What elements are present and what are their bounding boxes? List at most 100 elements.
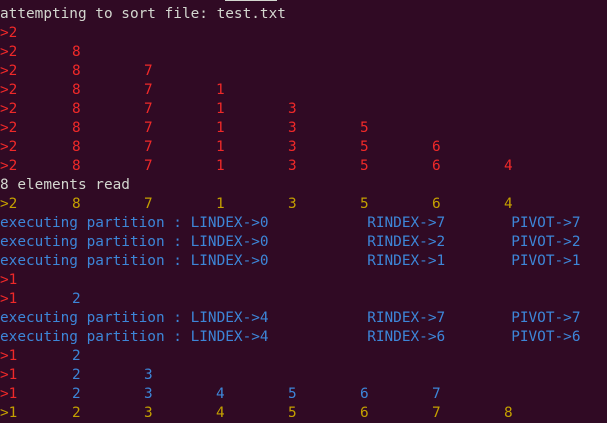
terminal-line: executing partition : LINDEX->4 RINDEX->7… xyxy=(0,309,607,328)
terminal-text: 1 xyxy=(216,196,225,212)
terminal-line: >2 xyxy=(0,24,607,43)
terminal-text: PIVOT->1 xyxy=(511,253,581,269)
terminal-text: >2 xyxy=(0,82,18,98)
terminal-text: 7 xyxy=(144,120,153,136)
partial-underline xyxy=(225,0,277,1)
terminal-text: 1 xyxy=(216,82,225,98)
terminal-text: 3 xyxy=(288,158,297,174)
terminal-line: executing partition : LINDEX->4 RINDEX->6… xyxy=(0,328,607,347)
terminal-text: 8 xyxy=(72,139,81,155)
terminal-text: >2 xyxy=(0,196,18,212)
terminal-text: 3 xyxy=(144,386,153,402)
terminal-text: executing partition : LINDEX->4 xyxy=(0,310,269,326)
terminal-text: 7 xyxy=(144,101,153,117)
terminal-text: 8 elements read xyxy=(0,177,130,193)
terminal-text: RINDEX->6 xyxy=(367,329,446,345)
terminal-text: 2 xyxy=(72,386,81,402)
terminal-text: 2 xyxy=(72,367,81,383)
terminal-text: 6 xyxy=(432,139,441,155)
terminal-text: 8 xyxy=(72,196,81,212)
terminal-line: >1 2 3 4 5 6 7 xyxy=(0,385,607,404)
terminal-line: >1 2 3 4 5 6 7 8 xyxy=(0,404,607,423)
terminal-text: 8 xyxy=(504,405,513,421)
terminal-text: 6 xyxy=(360,386,369,402)
terminal-text: >2 xyxy=(0,120,18,136)
terminal-text: 2 xyxy=(72,291,81,307)
terminal-text: executing partition : LINDEX->0 xyxy=(0,215,269,231)
terminal-text: >2 xyxy=(0,158,18,174)
terminal-text: 8 xyxy=(72,44,81,60)
terminal-line: >2 8 7 1 3 xyxy=(0,100,607,119)
terminal-text: attempting to sort file: test.txt xyxy=(0,6,286,22)
terminal-text: >1 xyxy=(0,291,18,307)
terminal-text: 6 xyxy=(360,405,369,421)
terminal-text: 6 xyxy=(432,196,441,212)
terminal-line: >2 8 7 1 3 5 6 4 xyxy=(0,195,607,214)
terminal-text: >2 xyxy=(0,63,18,79)
terminal-text: PIVOT->2 xyxy=(511,234,581,250)
terminal-text: >2 xyxy=(0,44,18,60)
terminal-line: >1 xyxy=(0,271,607,290)
terminal-text: 7 xyxy=(144,63,153,79)
terminal-text: 4 xyxy=(216,405,225,421)
terminal-line: executing partition : LINDEX->0 RINDEX->2… xyxy=(0,233,607,252)
terminal-text: >1 xyxy=(0,386,18,402)
terminal-text: RINDEX->7 xyxy=(367,310,446,326)
terminal-text: 5 xyxy=(360,158,369,174)
terminal-text: RINDEX->2 xyxy=(367,234,446,250)
terminal-line: >2 8 7 1 3 5 xyxy=(0,119,607,138)
terminal-text: 3 xyxy=(288,196,297,212)
terminal-text: 5 xyxy=(288,386,297,402)
terminal-text: 3 xyxy=(144,367,153,383)
terminal-line: >2 8 7 1 3 5 6 4 xyxy=(0,157,607,176)
terminal-text: 1 xyxy=(216,139,225,155)
terminal-text: executing partition : LINDEX->0 xyxy=(0,253,269,269)
terminal-text: 7 xyxy=(144,158,153,174)
terminal-window[interactable]: attempting to sort file: test.txt >2 >2 8 >2… xyxy=(0,0,607,423)
terminal-line: >1 2 xyxy=(0,347,607,366)
terminal-text: 8 xyxy=(72,101,81,117)
terminal-text: >2 xyxy=(0,25,18,41)
terminal-text: >2 xyxy=(0,139,18,155)
terminal-text: >1 xyxy=(0,405,18,421)
terminal-text: >1 xyxy=(0,348,18,364)
terminal-line: >2 8 xyxy=(0,43,607,62)
terminal-text: 2 xyxy=(72,348,81,364)
terminal-line: executing partition : LINDEX->0 RINDEX->7… xyxy=(0,214,607,233)
terminal-text: PIVOT->6 xyxy=(511,329,581,345)
terminal-text: 7 xyxy=(144,82,153,98)
terminal-text: 2 xyxy=(72,405,81,421)
terminal-text: 5 xyxy=(360,120,369,136)
terminal-line: executing partition : LINDEX->0 RINDEX->1… xyxy=(0,252,607,271)
terminal-line: >2 8 7 1 3 5 6 xyxy=(0,138,607,157)
terminal-text: 7 xyxy=(432,386,441,402)
terminal-text: PIVOT->7 xyxy=(511,310,581,326)
terminal-line: >2 8 7 1 xyxy=(0,81,607,100)
terminal-text: 5 xyxy=(288,405,297,421)
terminal-text: RINDEX->1 xyxy=(367,253,446,269)
terminal-text: RINDEX->7 xyxy=(367,215,446,231)
terminal-text: 8 xyxy=(72,158,81,174)
terminal-text: 5 xyxy=(360,139,369,155)
terminal-text: 8 xyxy=(72,120,81,136)
terminal-text: 8 xyxy=(72,63,81,79)
terminal-text: 7 xyxy=(144,196,153,212)
terminal-text: 4 xyxy=(216,386,225,402)
terminal-line: >1 2 3 xyxy=(0,366,607,385)
terminal-text: 7 xyxy=(432,405,441,421)
terminal-text: >1 xyxy=(0,272,18,288)
terminal-text: 3 xyxy=(288,139,297,155)
terminal-text: 3 xyxy=(144,405,153,421)
terminal-line: 8 elements read xyxy=(0,176,607,195)
terminal-line: attempting to sort file: test.txt xyxy=(0,5,607,24)
terminal-text: >1 xyxy=(0,367,18,383)
terminal-text: 5 xyxy=(360,196,369,212)
terminal-text: 3 xyxy=(288,120,297,136)
terminal-text: 3 xyxy=(288,101,297,117)
terminal-line: >2 8 7 xyxy=(0,62,607,81)
terminal-text: >2 xyxy=(0,101,18,117)
terminal-text: 6 xyxy=(432,158,441,174)
terminal-text: executing partition : LINDEX->4 xyxy=(0,329,269,345)
terminal-text: 7 xyxy=(144,139,153,155)
terminal-text: PIVOT->7 xyxy=(511,215,581,231)
